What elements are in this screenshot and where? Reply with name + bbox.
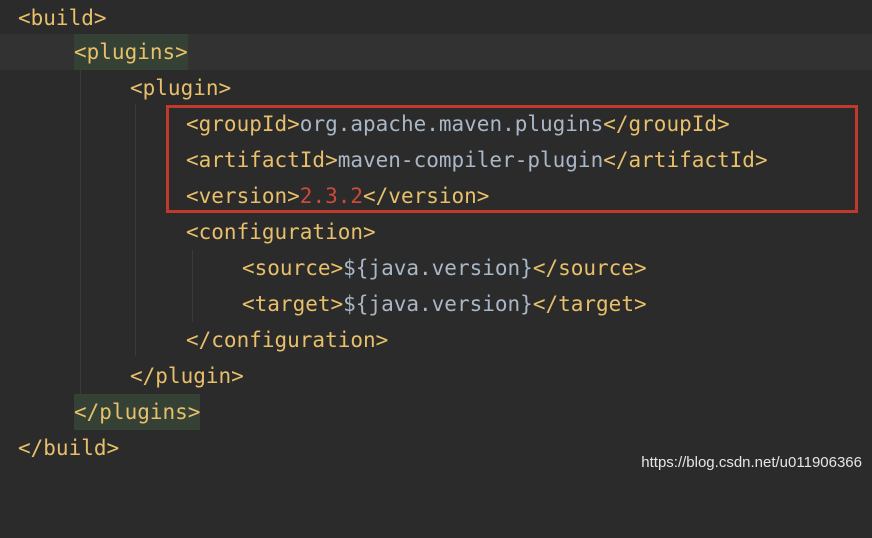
code-line[interactable]: </configuration>	[0, 322, 872, 358]
plugin-open-tag: <plugin>	[130, 76, 232, 100]
code-line[interactable]: <plugin>	[0, 70, 872, 106]
source-value: ${java.version}	[343, 256, 533, 280]
code-line-current[interactable]: <plugins>	[0, 34, 872, 70]
target-open-tag: <target>	[242, 292, 344, 316]
code-line[interactable]: </plugin>	[0, 358, 872, 394]
configuration-close-tag: </configuration>	[186, 328, 389, 352]
plugins-close-tag: </plugins>	[74, 394, 201, 430]
source-element: <source>${java.version}</source>	[242, 250, 647, 286]
code-line[interactable]: </plugins>	[0, 394, 872, 430]
plugin-close-tag: </plugin>	[130, 364, 244, 388]
build-close-tag: </build>	[18, 436, 120, 460]
code-line[interactable]: <build>	[0, 0, 872, 36]
source-close-tag: </source>	[532, 256, 647, 280]
highlight-box	[166, 105, 858, 213]
target-close-tag: </target>	[532, 292, 647, 316]
source-open-tag: <source>	[242, 256, 344, 280]
watermark-text: https://blog.csdn.net/u011906366	[641, 454, 862, 471]
code-line[interactable]: <source>${java.version}</source>	[0, 250, 872, 286]
code-line[interactable]: <target>${java.version}</target>	[0, 286, 872, 322]
code-editor[interactable]: <build> <plugins> <plugin> <groupId>org.…	[0, 0, 872, 482]
code-line[interactable]: <configuration>	[0, 214, 872, 250]
configuration-open-tag: <configuration>	[186, 220, 376, 244]
build-open-tag: <build>	[18, 6, 107, 30]
target-element: <target>${java.version}</target>	[242, 286, 647, 322]
plugins-open-tag: <plugins>	[74, 34, 188, 70]
target-value: ${java.version}	[343, 292, 533, 316]
